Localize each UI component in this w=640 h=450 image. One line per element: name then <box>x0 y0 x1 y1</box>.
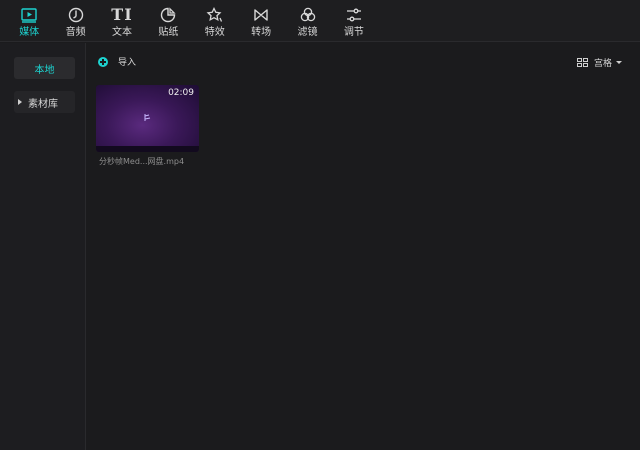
tab-sticker-label: 贴纸 <box>158 27 179 38</box>
tab-text[interactable]: TI 文本 <box>99 0 145 42</box>
adjust-icon <box>346 8 361 22</box>
transition-icon <box>254 9 268 21</box>
media-item[interactable]: 02:09 分秒帧Med...网盘.mp4 <box>96 85 200 167</box>
sidebar: 本地 素材库 <box>0 43 86 450</box>
view-mode-dropdown[interactable]: 宫格 <box>576 56 622 69</box>
grid-view-icon <box>576 58 588 67</box>
text-icon: TI <box>111 5 133 24</box>
media-duration: 02:09 <box>168 88 194 98</box>
media-thumbnail[interactable]: 02:09 <box>96 85 199 152</box>
tab-media[interactable]: 媒体 <box>6 0 52 42</box>
filter-icon <box>300 7 315 22</box>
tab-transition-label: 转场 <box>251 27 272 38</box>
tab-effects-label: 特效 <box>204 27 225 38</box>
tab-adjust-label: 调节 <box>343 27 364 38</box>
tab-filter-label: 滤镜 <box>297 27 318 38</box>
media-icon <box>21 8 37 23</box>
tab-transition[interactable]: 转场 <box>238 0 284 42</box>
logo-glyph-icon <box>144 114 151 121</box>
tab-audio-label: 音频 <box>65 27 86 38</box>
media-filename: 分秒帧Med...网盘.mp4 <box>99 157 185 166</box>
plus-circle-icon <box>98 56 108 67</box>
media-panel: 导入 宫格 02:09 分秒帧Med...网盘.mp4 <box>86 43 640 450</box>
tab-media-label: 媒体 <box>19 27 40 38</box>
sidebar-item-library-label: 素材库 <box>28 98 58 110</box>
sidebar-item-library[interactable]: 素材库 <box>14 91 75 113</box>
sidebar-item-local-label: 本地 <box>34 64 55 76</box>
sidebar-item-local[interactable]: 本地 <box>14 57 75 79</box>
tab-filter[interactable]: 滤镜 <box>284 0 330 42</box>
tab-effects[interactable]: 特效 <box>192 0 238 42</box>
import-button[interactable]: 导入 <box>98 55 136 68</box>
tab-adjust[interactable]: 调节 <box>331 0 377 42</box>
audio-icon <box>68 7 83 23</box>
expand-arrow-icon <box>18 99 22 105</box>
tab-audio[interactable]: 音频 <box>52 0 98 42</box>
tab-sticker[interactable]: 贴纸 <box>145 0 191 42</box>
chevron-down-icon <box>616 61 622 64</box>
top-toolbar: 媒体 音频 TI 文本 贴纸 特效 转场 滤镜 调节 <box>0 0 640 42</box>
effects-icon <box>206 6 222 22</box>
view-mode-label: 宫格 <box>593 59 612 69</box>
sticker-icon <box>161 7 177 23</box>
import-label: 导入 <box>118 58 137 68</box>
tab-text-label: 文本 <box>111 27 132 38</box>
